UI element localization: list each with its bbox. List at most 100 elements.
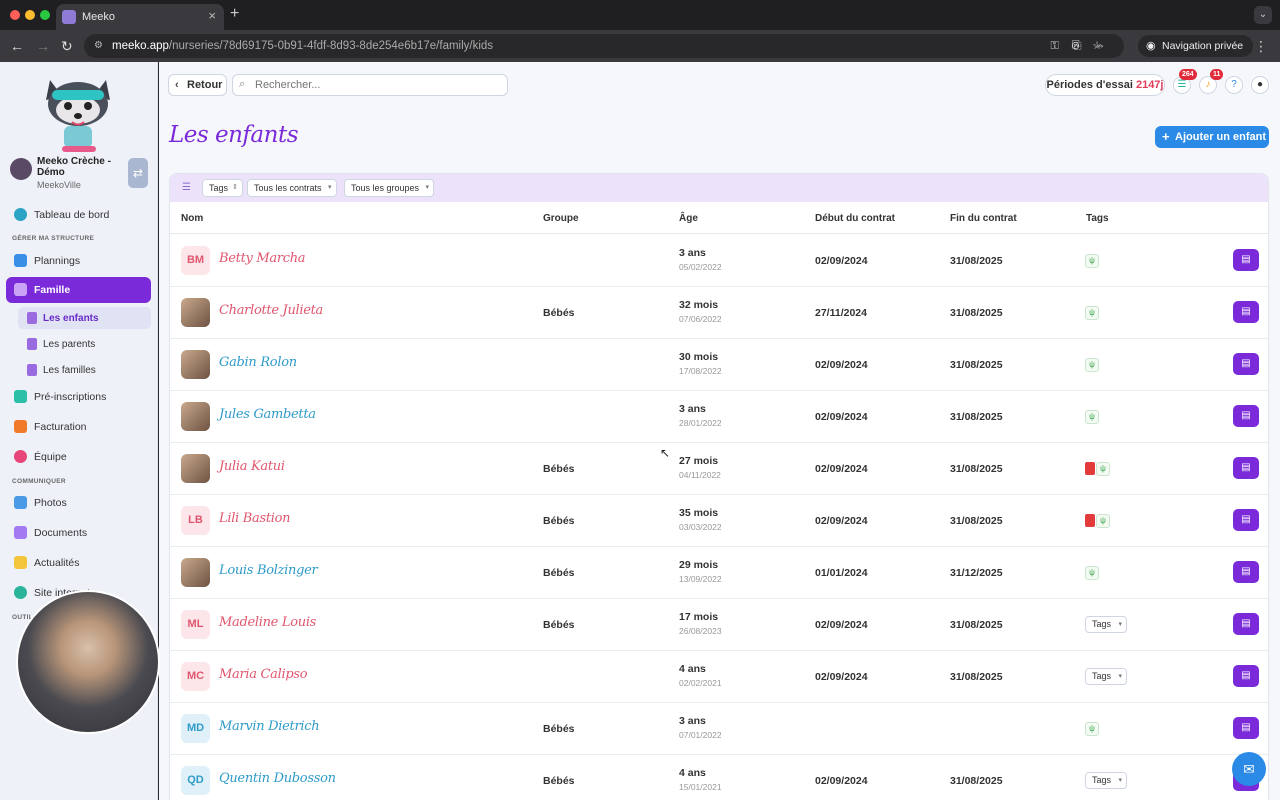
child-name[interactable]: Louis Bolzinger	[219, 563, 318, 578]
child-name[interactable]: Julia Katui	[219, 459, 285, 474]
table-row[interactable]: Charlotte Julieta Bébés 32 mois 07/06/2022 2…	[170, 287, 1268, 339]
meal-tag-icon[interactable]: ψ	[1085, 358, 1099, 372]
table-row[interactable]: Gabin Rolon 30 mois 17/08/2022 02/09/2024 31…	[170, 339, 1268, 391]
nav-les-familles[interactable]: Les familles	[18, 359, 151, 381]
open-child-button[interactable]: ▤	[1233, 665, 1259, 687]
tags-dropdown[interactable]: Tags ▾	[1085, 772, 1127, 789]
open-child-button[interactable]: ▤	[1233, 405, 1259, 427]
trial-periods-button[interactable]: Périodes d'essai 2147j	[1045, 74, 1165, 96]
table-row[interactable]: ML Madeline Louis Bébés 17 mois 26/08/2023 02…	[170, 599, 1268, 651]
forward-arrow-icon[interactable]: →	[36, 38, 50, 54]
back-button[interactable]: ‹ Retour	[168, 74, 227, 96]
table-row[interactable]: BM Betty Marcha 3 ans 05/02/2022 02/09/2024 3…	[170, 235, 1268, 287]
nav-documents[interactable]: Documents	[6, 520, 151, 546]
table-row[interactable]: MC Maria Calipso 4 ans 02/02/2021 02/09/2024…	[170, 651, 1268, 703]
column-header[interactable]: Groupe	[543, 213, 579, 224]
back-arrow-icon[interactable]: ←	[10, 38, 24, 54]
nav-label: Photos	[34, 497, 67, 509]
nav-equipe[interactable]: Équipe	[6, 444, 151, 470]
column-header[interactable]: Nom	[181, 213, 203, 224]
minimize-window-button[interactable]	[25, 10, 35, 20]
table-row[interactable]: Jules Gambetta 3 ans 28/01/2022 02/09/2024 3…	[170, 391, 1268, 443]
contract-start: 02/09/2024	[815, 619, 868, 631]
nav-dashboard[interactable]: Tableau de bord	[6, 202, 151, 228]
maximize-window-button[interactable]	[40, 10, 50, 20]
column-header[interactable]: Début du contrat	[815, 213, 895, 224]
organization-switcher[interactable]: Meeko Crèche - Démo MeekoVille ⇄	[8, 156, 150, 192]
meal-tag-icon[interactable]: ψ	[1096, 462, 1110, 476]
meal-tag-icon[interactable]: ψ	[1085, 722, 1099, 736]
child-name[interactable]: Charlotte Julieta	[219, 303, 323, 318]
nav-les-enfants[interactable]: Les enfants	[18, 307, 151, 329]
filter-icon[interactable]: ☰	[182, 182, 191, 193]
user-account-icon[interactable]: ●	[1251, 76, 1269, 94]
child-name[interactable]: Marvin Dietrich	[219, 719, 320, 734]
open-child-button[interactable]: ▤	[1233, 613, 1259, 635]
reload-icon[interactable]: ↻	[61, 38, 73, 55]
search-input[interactable]	[232, 74, 508, 96]
child-name[interactable]: Lili Bastion	[219, 511, 291, 526]
parent-icon	[27, 338, 37, 350]
contracts-filter-dropdown[interactable]: Tous les contrats ▾	[247, 179, 337, 197]
meal-tag-icon[interactable]: ψ	[1096, 514, 1110, 528]
close-window-button[interactable]	[10, 10, 20, 20]
add-child-button[interactable]: + Ajouter un enfant	[1155, 126, 1269, 148]
child-name[interactable]: Quentin Dubosson	[219, 771, 336, 786]
groups-filter-dropdown[interactable]: Tous les groupes ▾	[344, 179, 435, 197]
child-name[interactable]: Betty Marcha	[219, 251, 306, 266]
open-child-button[interactable]: ▤	[1233, 457, 1259, 479]
meal-tag-icon[interactable]: ψ	[1085, 410, 1099, 424]
table-row[interactable]: QD Quentin Dubosson Bébés 4 ans 15/01/2021 02…	[170, 755, 1268, 800]
open-child-button[interactable]: ▤	[1233, 509, 1259, 531]
nav-facturation[interactable]: Facturation	[6, 414, 151, 440]
tags-dropdown[interactable]: Tags ▾	[1085, 616, 1127, 633]
tab-search-icon[interactable]: ⌄	[1254, 6, 1272, 24]
open-child-button[interactable]: ▤	[1233, 301, 1259, 323]
private-browsing-badge[interactable]: ◉ Navigation privée	[1138, 35, 1254, 57]
child-name[interactable]: Madeline Louis	[219, 615, 316, 630]
switch-org-icon[interactable]: ⇄	[128, 158, 148, 188]
site-info-icon[interactable]: ⚙	[94, 40, 103, 51]
tags-filter-dropdown[interactable]: Tags ⇕	[202, 179, 244, 197]
help-icon[interactable]: ?	[1225, 76, 1243, 94]
meal-tag-icon[interactable]: ψ	[1085, 254, 1099, 268]
open-child-button[interactable]: ▤	[1233, 717, 1259, 739]
browser-tab[interactable]: Meeko ×	[56, 4, 224, 30]
open-child-button[interactable]: ▤	[1233, 561, 1259, 583]
address-bar[interactable]: ⚙ meeko.app/nurseries/78d69175-0b91-4fdf…	[84, 34, 1124, 58]
nav-photos[interactable]: Photos	[6, 490, 151, 516]
tags-dropdown-label: Tags	[1092, 671, 1112, 681]
child-age: 30 mois	[679, 351, 719, 363]
child-group: Bébés	[543, 723, 575, 735]
column-header[interactable]: Âge	[679, 213, 698, 224]
nav-preinscriptions[interactable]: Pré-inscriptions	[6, 384, 151, 410]
extension-icons[interactable]: ⎘⇔	[1072, 38, 1118, 53]
chat-support-icon[interactable]: ✉	[1232, 752, 1266, 786]
red-tag-icon[interactable]	[1085, 462, 1095, 475]
child-name[interactable]: Jules Gambetta	[219, 407, 316, 422]
open-child-button[interactable]: ▤	[1233, 353, 1259, 375]
column-header[interactable]: Fin du contrat	[950, 213, 1017, 224]
table-row[interactable]: Julia Katui Bébés 27 mois 04/11/2022 02/09/2…	[170, 443, 1268, 495]
nav-actualites[interactable]: Actualités	[6, 550, 151, 576]
meal-tag-icon[interactable]: ψ	[1085, 306, 1099, 320]
contract-end: 31/08/2025	[950, 463, 1003, 475]
column-header[interactable]: Tags	[1086, 213, 1109, 224]
nav-plannings[interactable]: Plannings	[6, 248, 151, 274]
table-row[interactable]: Louis Bolzinger Bébés 29 mois 13/09/2022 01/…	[170, 547, 1268, 599]
table-row[interactable]: LB Lili Bastion Bébés 35 mois 03/03/2022 02/0…	[170, 495, 1268, 547]
open-child-button[interactable]: ▤	[1233, 249, 1259, 271]
meal-tag-icon[interactable]: ψ	[1085, 566, 1099, 580]
tags-dropdown[interactable]: Tags ▾	[1085, 668, 1127, 685]
child-photo-avatar	[181, 298, 210, 327]
red-tag-icon[interactable]	[1085, 514, 1095, 527]
contract-end: 31/08/2025	[950, 255, 1003, 267]
new-tab-icon[interactable]: +	[230, 5, 239, 23]
nav-famille[interactable]: Famille	[6, 277, 151, 303]
child-name[interactable]: Maria Calipso	[219, 667, 308, 682]
close-tab-icon[interactable]: ×	[208, 8, 216, 23]
table-row[interactable]: MD Marvin Dietrich Bébés 3 ans 07/01/2022 ψ ▤	[170, 703, 1268, 755]
nav-les-parents[interactable]: Les parents	[18, 333, 151, 355]
browser-menu-icon[interactable]: ⋮	[1254, 38, 1268, 55]
child-name[interactable]: Gabin Rolon	[219, 355, 297, 370]
